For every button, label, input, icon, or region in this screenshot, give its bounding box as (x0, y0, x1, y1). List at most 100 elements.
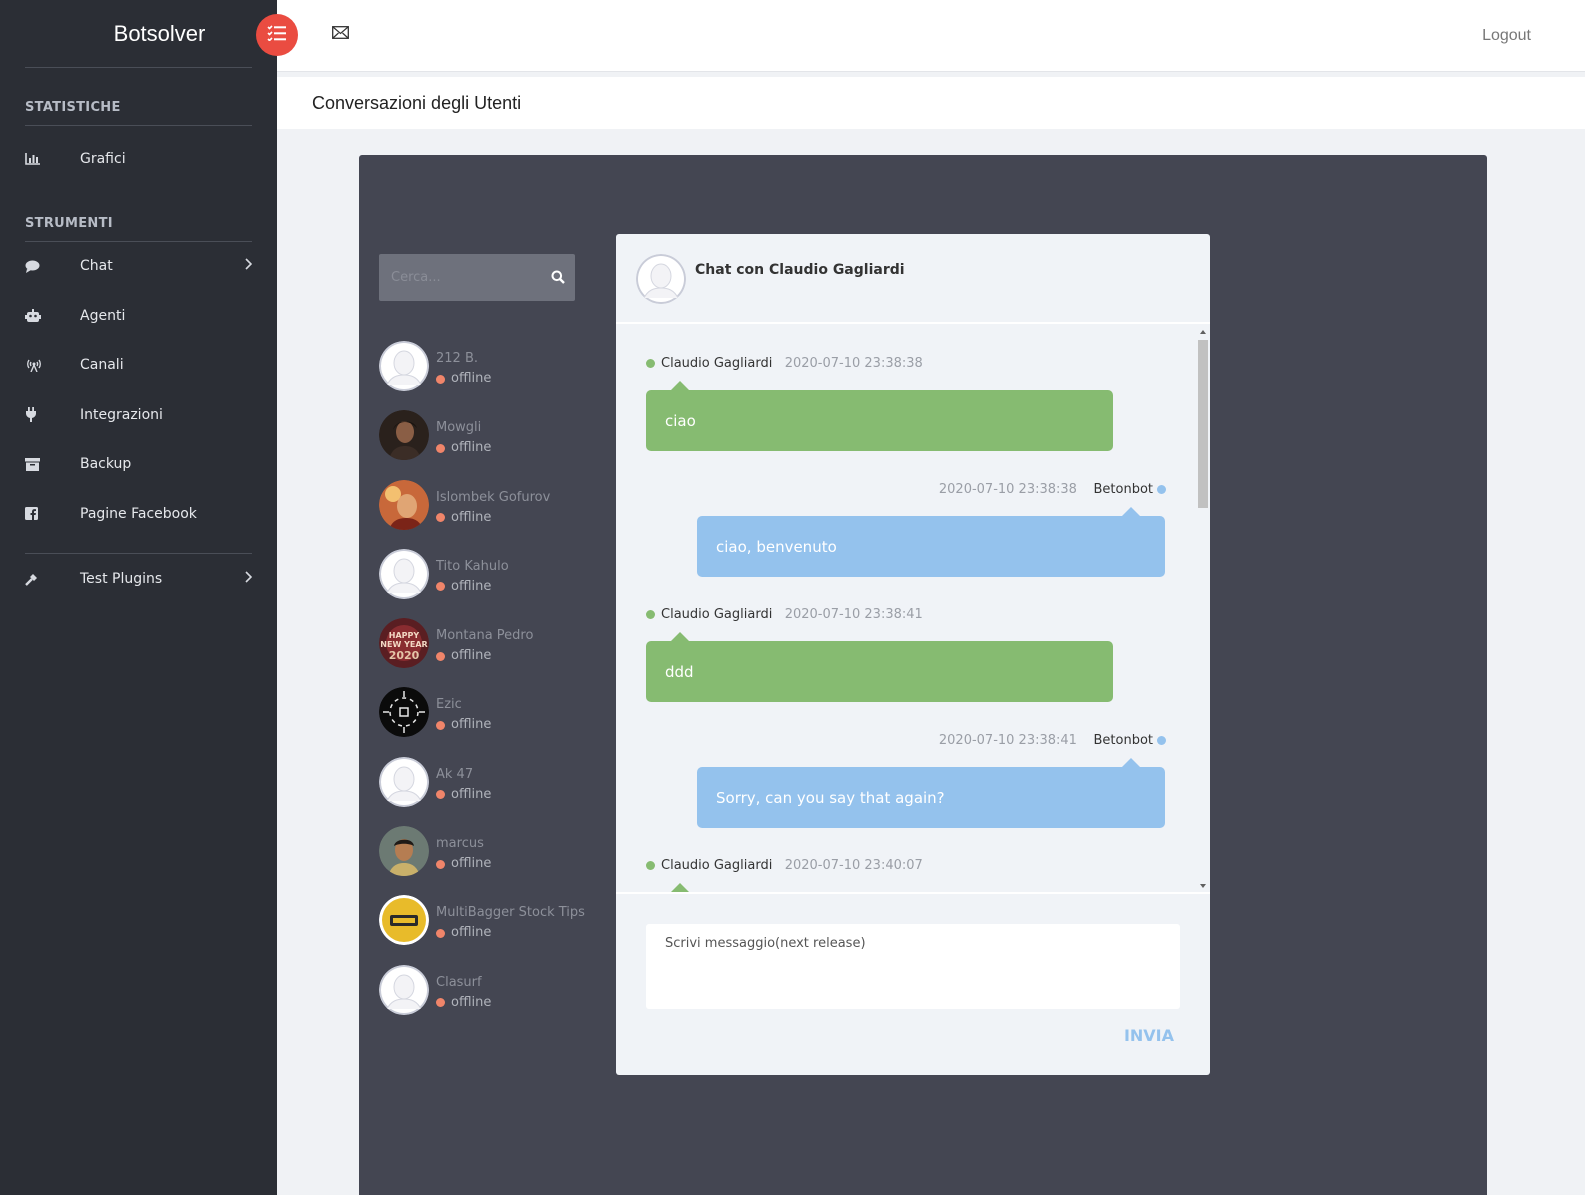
avatar (379, 826, 429, 877)
contact-status: offline (436, 923, 585, 943)
status-dot (436, 859, 445, 869)
contact-info: Ak 47 offline (436, 757, 491, 805)
contact-item[interactable]: Clasurf offline (379, 964, 599, 1034)
send-button[interactable]: INVIA (1124, 1026, 1174, 1045)
contact-status: offline (436, 715, 491, 735)
envelope-icon[interactable] (332, 26, 349, 44)
robot-icon (25, 309, 80, 323)
sidebar-item-canali[interactable]: Canali (25, 341, 252, 391)
contact-item[interactable]: Islombek Gofurov offline (379, 479, 599, 549)
message-time: 2020-07-10 23:38:41 (938, 733, 1077, 748)
message-author: Claudio Gagliardi (661, 356, 773, 371)
message-time: 2020-07-10 23:38:38 (784, 356, 923, 371)
message-meta: Claudio Gagliardi 2020-07-10 23:38:41 (646, 607, 923, 622)
online-dot (1157, 736, 1166, 745)
message-bubble: ddd (646, 632, 1113, 702)
avatar: HAPPY NEW YEAR 2020 (379, 618, 429, 669)
message-history[interactable]: Claudio Gagliardi 2020-07-10 23:38:38 ci… (616, 326, 1210, 892)
message-bubble: ciao (646, 381, 1113, 451)
sidebar-item-label: Pagine Facebook (80, 505, 197, 522)
contact-status: offline (436, 369, 491, 389)
avatar (379, 548, 429, 599)
bar-chart-icon (25, 152, 80, 165)
contact-info: Ezic offline (436, 687, 491, 735)
message-author: Claudio Gagliardi (661, 607, 773, 622)
contact-status: offline (436, 577, 509, 597)
message-input[interactable] (646, 924, 1180, 1009)
avatar (379, 410, 429, 461)
logout-link[interactable]: Logout (1482, 27, 1531, 45)
message-meta: 2020-07-10 23:38:38 Betonbot (939, 482, 1166, 497)
contact-list: 212 B. offline Mowgli offline Islombek Gofur… (379, 341, 599, 1034)
contact-name: Montana Pedro (436, 628, 534, 644)
contact-status-label: offline (451, 440, 492, 456)
message-scrollbar[interactable] (1196, 326, 1208, 892)
message-bubble: Sorry, can you say that again? (697, 758, 1165, 828)
message-author: Claudio Gagliardi (661, 858, 773, 873)
sidebar-item-test-plugins[interactable]: Test Plugins (25, 555, 253, 605)
chat-window: Chat con Claudio Gagliardi Claudio Gagli… (616, 234, 1210, 1075)
contact-status-label: offline (451, 994, 492, 1010)
avatar (379, 341, 429, 391)
contact-info: Tito Kahulo offline (436, 549, 509, 597)
chevron-right-icon (244, 258, 253, 274)
contact-status-label: offline (451, 509, 492, 525)
scrollbar-thumb[interactable] (1198, 340, 1208, 508)
contact-status: offline (436, 993, 491, 1013)
contact-item[interactable]: Ezic offline (379, 687, 599, 756)
message-author: Betonbot (1093, 482, 1153, 497)
brand[interactable]: Botsolver (25, 0, 252, 68)
avatar (379, 964, 429, 1015)
contact-item[interactable]: Tito Kahulo offline (379, 548, 599, 618)
sidebar-item-pagine-facebook[interactable]: Pagine Facebook (25, 489, 252, 539)
avatar (379, 756, 429, 807)
chat-title: Chat con Claudio Gagliardi (695, 262, 905, 278)
list-check-icon (267, 24, 287, 46)
contact-item[interactable]: HAPPY NEW YEAR 2020 Montana Pedro offline (379, 618, 599, 687)
status-dot (436, 513, 445, 523)
message-time: 2020-07-10 23:38:38 (938, 482, 1077, 497)
contact-name: Ak 47 (436, 766, 474, 782)
status-dot (436, 443, 445, 453)
menu-toggle-button[interactable] (256, 14, 298, 56)
scroll-down-icon[interactable] (1198, 882, 1208, 890)
contact-name: marcus (436, 836, 484, 852)
contact-item[interactable]: Mowgli offline (379, 410, 599, 479)
sidebar-item-chat[interactable]: Chat (25, 242, 253, 292)
contact-name: MultiBagger Stock Tips (436, 905, 585, 921)
contact-item[interactable]: 212 B. offline (379, 341, 599, 410)
contact-status-label: offline (451, 717, 492, 733)
online-dot (646, 861, 655, 870)
contact-info: Mowgli offline (436, 410, 491, 458)
chevron-right-icon (244, 571, 253, 587)
sidebar-item-backup[interactable]: Backup (25, 440, 252, 490)
contact-info: Islombek Gofurov offline (436, 480, 550, 528)
contact-item[interactable]: MultiBagger Stock Tips offline (379, 895, 599, 964)
contact-item[interactable]: marcus offline (379, 826, 599, 895)
scroll-up-icon[interactable] (1198, 328, 1208, 336)
search-input[interactable] (379, 254, 539, 301)
message-meta: Claudio Gagliardi 2020-07-10 23:40:07 (646, 858, 923, 873)
contact-info: Montana Pedro offline (436, 618, 533, 666)
message-time: 2020-07-10 23:38:41 (784, 607, 923, 622)
contact-item[interactable]: Ak 47 offline (379, 756, 599, 826)
sidebar-item-label: Test Plugins (80, 571, 163, 588)
contact-status-label: offline (451, 786, 492, 802)
contact-info: marcus offline (436, 826, 491, 874)
contact-status: offline (436, 785, 491, 805)
search-icon[interactable] (551, 270, 565, 289)
plug-icon (25, 407, 80, 423)
status-dot (436, 374, 445, 384)
sidebar: Botsolver STATISTICHE Grafici STRUMENTI … (0, 0, 277, 1195)
chat-bubble-icon (25, 260, 80, 273)
status-dot (436, 998, 445, 1008)
message-time: 2020-07-10 23:40:07 (784, 858, 923, 873)
sidebar-item-integrazioni[interactable]: Integrazioni (25, 390, 252, 440)
sidebar-item-agenti[interactable]: Agenti (25, 291, 252, 341)
sidebar-item-grafici[interactable]: Grafici (25, 134, 252, 184)
topbar: Logout (277, 0, 1585, 72)
archive-icon (25, 457, 80, 471)
svg-text:NEW YEAR: NEW YEAR (380, 640, 427, 649)
search-box (379, 254, 575, 301)
contact-info: MultiBagger Stock Tips offline (436, 895, 585, 943)
